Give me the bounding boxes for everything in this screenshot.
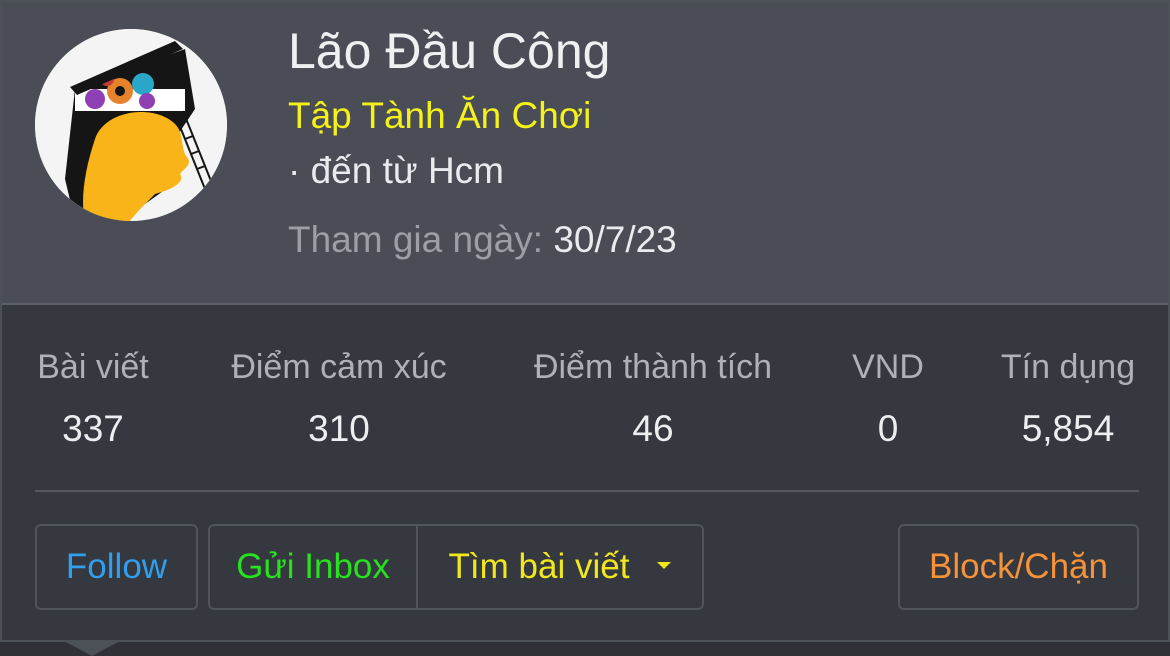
stat-achievement-points[interactable]: Điểm thành tích 46 [526, 347, 780, 451]
send-inbox-button[interactable]: Gửi Inbox [210, 526, 418, 608]
stat-credits[interactable]: Tín dụng 5,854 [996, 347, 1140, 451]
stat-reaction-score[interactable]: Điểm cảm xúc 310 [224, 347, 454, 451]
stat-label: Tín dụng [1000, 348, 1136, 386]
join-label: Tham gia ngày: [288, 219, 554, 260]
join-date-row: Tham gia ngày: 30/7/23 [288, 219, 677, 261]
caret-down-icon [657, 561, 672, 569]
block-button[interactable]: Block/Chặn [898, 524, 1139, 610]
stat-label: VND [852, 348, 924, 386]
avatar-image [35, 29, 227, 221]
find-posts-label: Tìm bài viết [448, 547, 630, 586]
stat-label: Bài viết [37, 348, 149, 386]
user-title: Tập Tành Ăn Chơi [288, 95, 592, 136]
profile-card: Lão Đầu Công Tập Tành Ăn Chơi · đến từ H… [0, 0, 1170, 642]
stat-value: 0 [877, 408, 899, 449]
stat-value: 337 [62, 408, 124, 449]
profile-name: Lão Đầu Công [288, 23, 611, 79]
stat-posts[interactable]: Bài viết 337 [35, 347, 151, 451]
stat-vnd[interactable]: VND 0 [850, 347, 926, 451]
stat-label: Điểm thành tích [533, 348, 773, 386]
find-posts-dropdown[interactable]: Tìm bài viết [418, 526, 702, 608]
follow-button[interactable]: Follow [35, 524, 198, 610]
stats-divider [35, 490, 1139, 492]
tooltip-pointer-arrow [62, 640, 122, 656]
stat-value: 5,854 [1021, 408, 1115, 449]
send-inbox-label: Gửi Inbox [236, 547, 390, 586]
message-search-button-group: Gửi Inbox Tìm bài viết [208, 524, 704, 610]
stat-label: Điểm cảm xúc [231, 348, 447, 386]
join-date: 30/7/23 [553, 219, 677, 260]
stat-value: 46 [632, 408, 674, 449]
user-location: · đến từ Hcm [288, 150, 504, 191]
stat-value: 310 [308, 408, 370, 449]
profile-header: Lão Đầu Công Tập Tành Ăn Chơi · đến từ H… [2, 2, 1168, 305]
avatar[interactable] [35, 29, 227, 221]
